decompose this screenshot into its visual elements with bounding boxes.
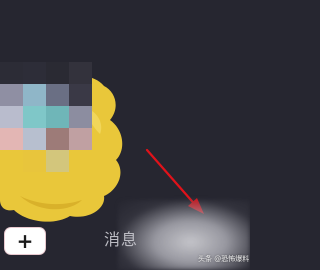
app-screen: + 消息 头条 @恐怖爆料 (0, 0, 250, 270)
tab-messages[interactable]: 消息 (104, 232, 138, 248)
watermark: 头条 @恐怖爆料 (198, 255, 250, 263)
add-button[interactable]: + (5, 228, 45, 254)
